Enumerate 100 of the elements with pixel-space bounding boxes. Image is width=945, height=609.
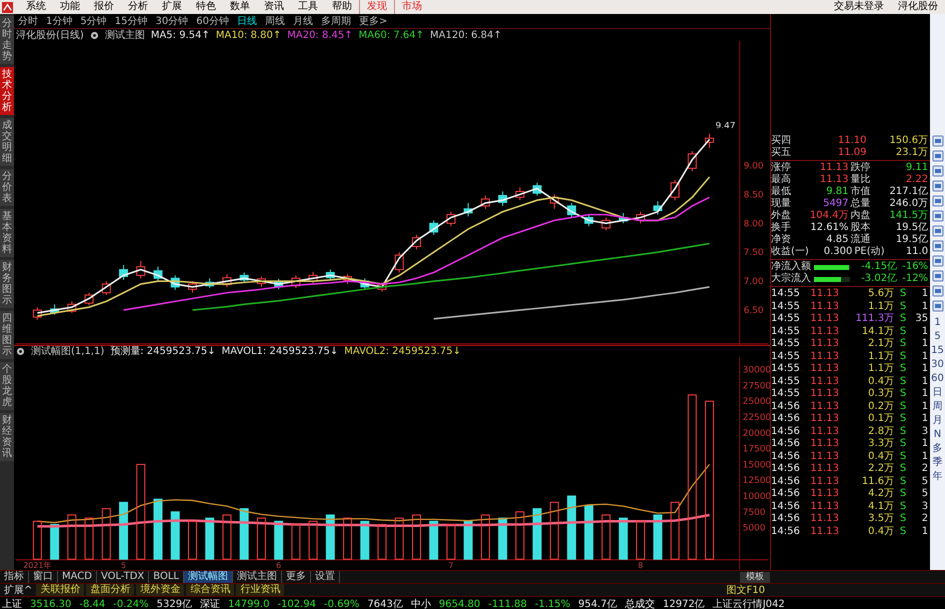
settings-icon[interactable] <box>16 346 25 356</box>
extension-tab[interactable]: 盘面分析 <box>86 584 134 596</box>
trade-side: S <box>898 513 908 526</box>
period-button[interactable]: 1 <box>934 316 941 330</box>
extension-tab[interactable]: 行业资讯 <box>236 584 284 596</box>
period-button[interactable]: 年 <box>932 470 943 484</box>
trade-time: 14:55 <box>771 313 801 326</box>
period-tab[interactable]: 15分钟 <box>114 14 148 28</box>
candlestick <box>222 274 232 288</box>
toolbar-icon[interactable] <box>932 195 944 207</box>
trade-time: 14:55 <box>771 326 801 338</box>
indicator-tab[interactable]: 测试幅图 <box>184 571 233 583</box>
quote-value: 11.13 <box>818 162 849 174</box>
menu-item[interactable]: 交易未登录 <box>827 0 891 14</box>
toolbar-icon[interactable] <box>932 150 944 162</box>
side-tab[interactable]: 分价表 <box>0 169 14 206</box>
period-button[interactable]: 季 <box>932 456 943 470</box>
menu-item[interactable]: 发现 <box>359 0 394 14</box>
period-tab[interactable]: 多周期 <box>320 14 351 28</box>
side-tab[interactable]: 财经资讯 <box>0 413 14 461</box>
toolbar-icon[interactable] <box>932 240 944 252</box>
menu-item[interactable]: 工具 <box>291 0 325 14</box>
period-tab[interactable]: 30分钟 <box>155 14 188 28</box>
candlestick <box>567 202 576 218</box>
side-tab[interactable]: 分时走势 <box>0 16 14 64</box>
settings-icon[interactable] <box>90 30 99 40</box>
toolbar-icon[interactable] <box>932 270 944 282</box>
menu-item[interactable]: 浔化股份 <box>891 0 945 14</box>
candlestick <box>360 278 370 290</box>
menu-item[interactable]: 帮助 <box>325 0 359 14</box>
toolbar-icon[interactable] <box>932 255 944 267</box>
toolbar-icon[interactable] <box>932 180 944 192</box>
menu-item[interactable]: 报价 <box>87 0 121 14</box>
trade-volume: 111.3万 <box>854 313 894 326</box>
period-tab[interactable]: 更多> <box>358 14 388 28</box>
extension-tab[interactable]: 关联报价 <box>36 584 84 596</box>
side-tab[interactable]: 技术分析 <box>0 67 14 115</box>
extension-toggle[interactable]: 扩展^ <box>0 583 36 597</box>
indicator-name[interactable]: 测试幅图(1,1,1) <box>31 344 104 358</box>
trade-price: 11.13 <box>809 388 839 400</box>
period-tab[interactable]: 1分钟 <box>46 14 72 28</box>
trade-side: S <box>898 438 908 450</box>
period-button[interactable]: 5 <box>934 330 941 344</box>
period-button[interactable]: 60 <box>931 372 944 386</box>
period-tab[interactable]: 5分钟 <box>80 14 107 28</box>
toolbar-icon[interactable] <box>932 165 944 177</box>
quote-volume: 23.1万 <box>894 147 928 159</box>
toolbar-icon[interactable] <box>932 135 944 147</box>
period-button[interactable]: 15 <box>931 344 944 358</box>
trade-volume: 0.4万 <box>867 526 894 538</box>
menu-item[interactable]: 功能 <box>53 0 87 14</box>
period-button[interactable]: 多 <box>932 442 943 456</box>
period-button[interactable]: N <box>934 428 942 442</box>
candlestick <box>170 274 180 290</box>
period-tab[interactable]: 日线 <box>236 14 257 28</box>
period-button[interactable]: 月 <box>932 414 943 428</box>
quote-label: 流通 <box>850 234 871 246</box>
menu-item[interactable]: 数单 <box>223 0 257 14</box>
trade-count: 3 <box>920 500 928 513</box>
side-tab[interactable]: 四维图示 <box>0 311 14 359</box>
toolbar-icon[interactable] <box>932 300 944 312</box>
period-button[interactable]: 日 <box>932 386 943 400</box>
quote-label: 市值 <box>850 186 871 198</box>
period-button[interactable]: 周 <box>932 400 943 414</box>
toolbar-icon[interactable] <box>932 225 944 237</box>
menu-item[interactable]: 资讯 <box>257 0 291 14</box>
template-button[interactable]: 模板 <box>740 572 770 582</box>
candlestick <box>67 300 76 314</box>
extension-tab[interactable]: 境外资金 <box>136 584 184 596</box>
period-button[interactable]: 30 <box>931 358 944 372</box>
period-tab[interactable]: 60分钟 <box>196 14 229 28</box>
candlestick <box>464 202 473 217</box>
date-label: 6 <box>276 561 282 570</box>
price-axis-label: 7.00 <box>744 277 764 288</box>
trade-volume: 0.1万 <box>867 413 894 426</box>
trade-side: S <box>898 426 908 438</box>
period-tab[interactable]: 分时 <box>18 14 38 28</box>
menu-item[interactable]: 扩展 <box>155 0 189 14</box>
trade-price: 11.13 <box>809 500 839 513</box>
trade-side: S <box>898 326 908 338</box>
candlestick <box>291 274 300 289</box>
side-tab[interactable]: 基本资料 <box>0 209 14 257</box>
quote-label: 净资 <box>771 234 791 246</box>
toolbar-icon[interactable] <box>932 210 944 222</box>
quote-value: 4.85 <box>825 234 849 246</box>
period-tab[interactable]: 周线 <box>264 14 285 28</box>
toolbar-icon[interactable] <box>932 285 944 297</box>
menu-item[interactable]: 分析 <box>121 0 155 14</box>
side-tab[interactable]: 成交明细 <box>0 118 14 166</box>
side-tab[interactable]: 个股龙虎 <box>0 362 14 410</box>
menu-item[interactable]: 特色 <box>189 0 223 14</box>
menu-item[interactable]: 市场 <box>394 0 429 14</box>
period-tab[interactable]: 月线 <box>292 14 313 28</box>
price-axis-label: 8.00 <box>744 219 764 230</box>
side-tab[interactable]: 财务图示 <box>0 260 14 308</box>
trade-price: 11.13 <box>809 338 839 350</box>
extension-tab[interactable]: 综合资讯 <box>186 584 234 596</box>
menu-item[interactable]: 系统 <box>19 0 53 14</box>
f10-link[interactable]: 图文F10 <box>726 583 945 597</box>
indicator-name[interactable]: 测试主图 <box>104 28 145 42</box>
